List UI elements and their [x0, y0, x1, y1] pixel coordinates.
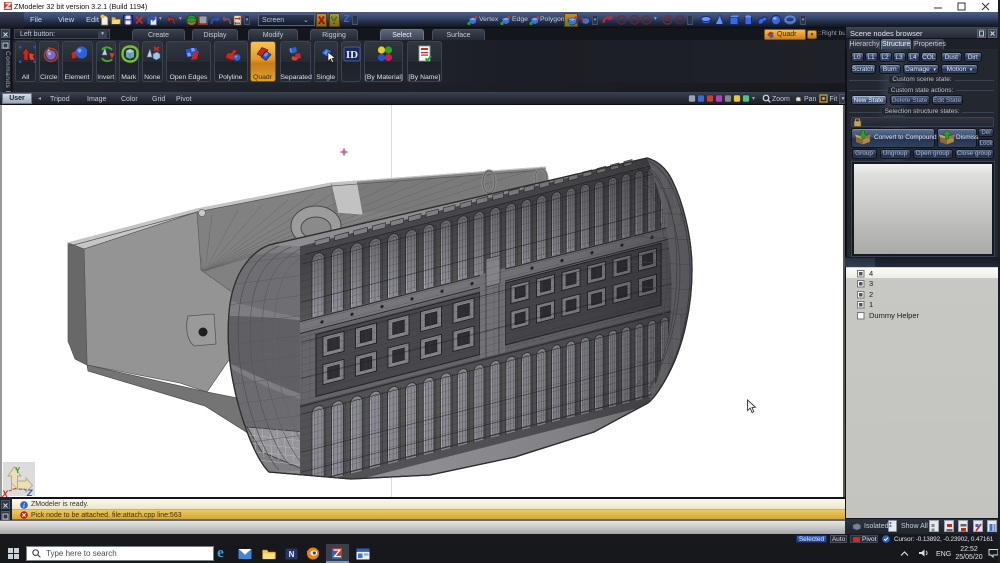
svg-text:Y: Y [15, 466, 21, 475]
svg-text:N: N [289, 550, 295, 559]
svg-text:ID: ID [346, 49, 358, 61]
